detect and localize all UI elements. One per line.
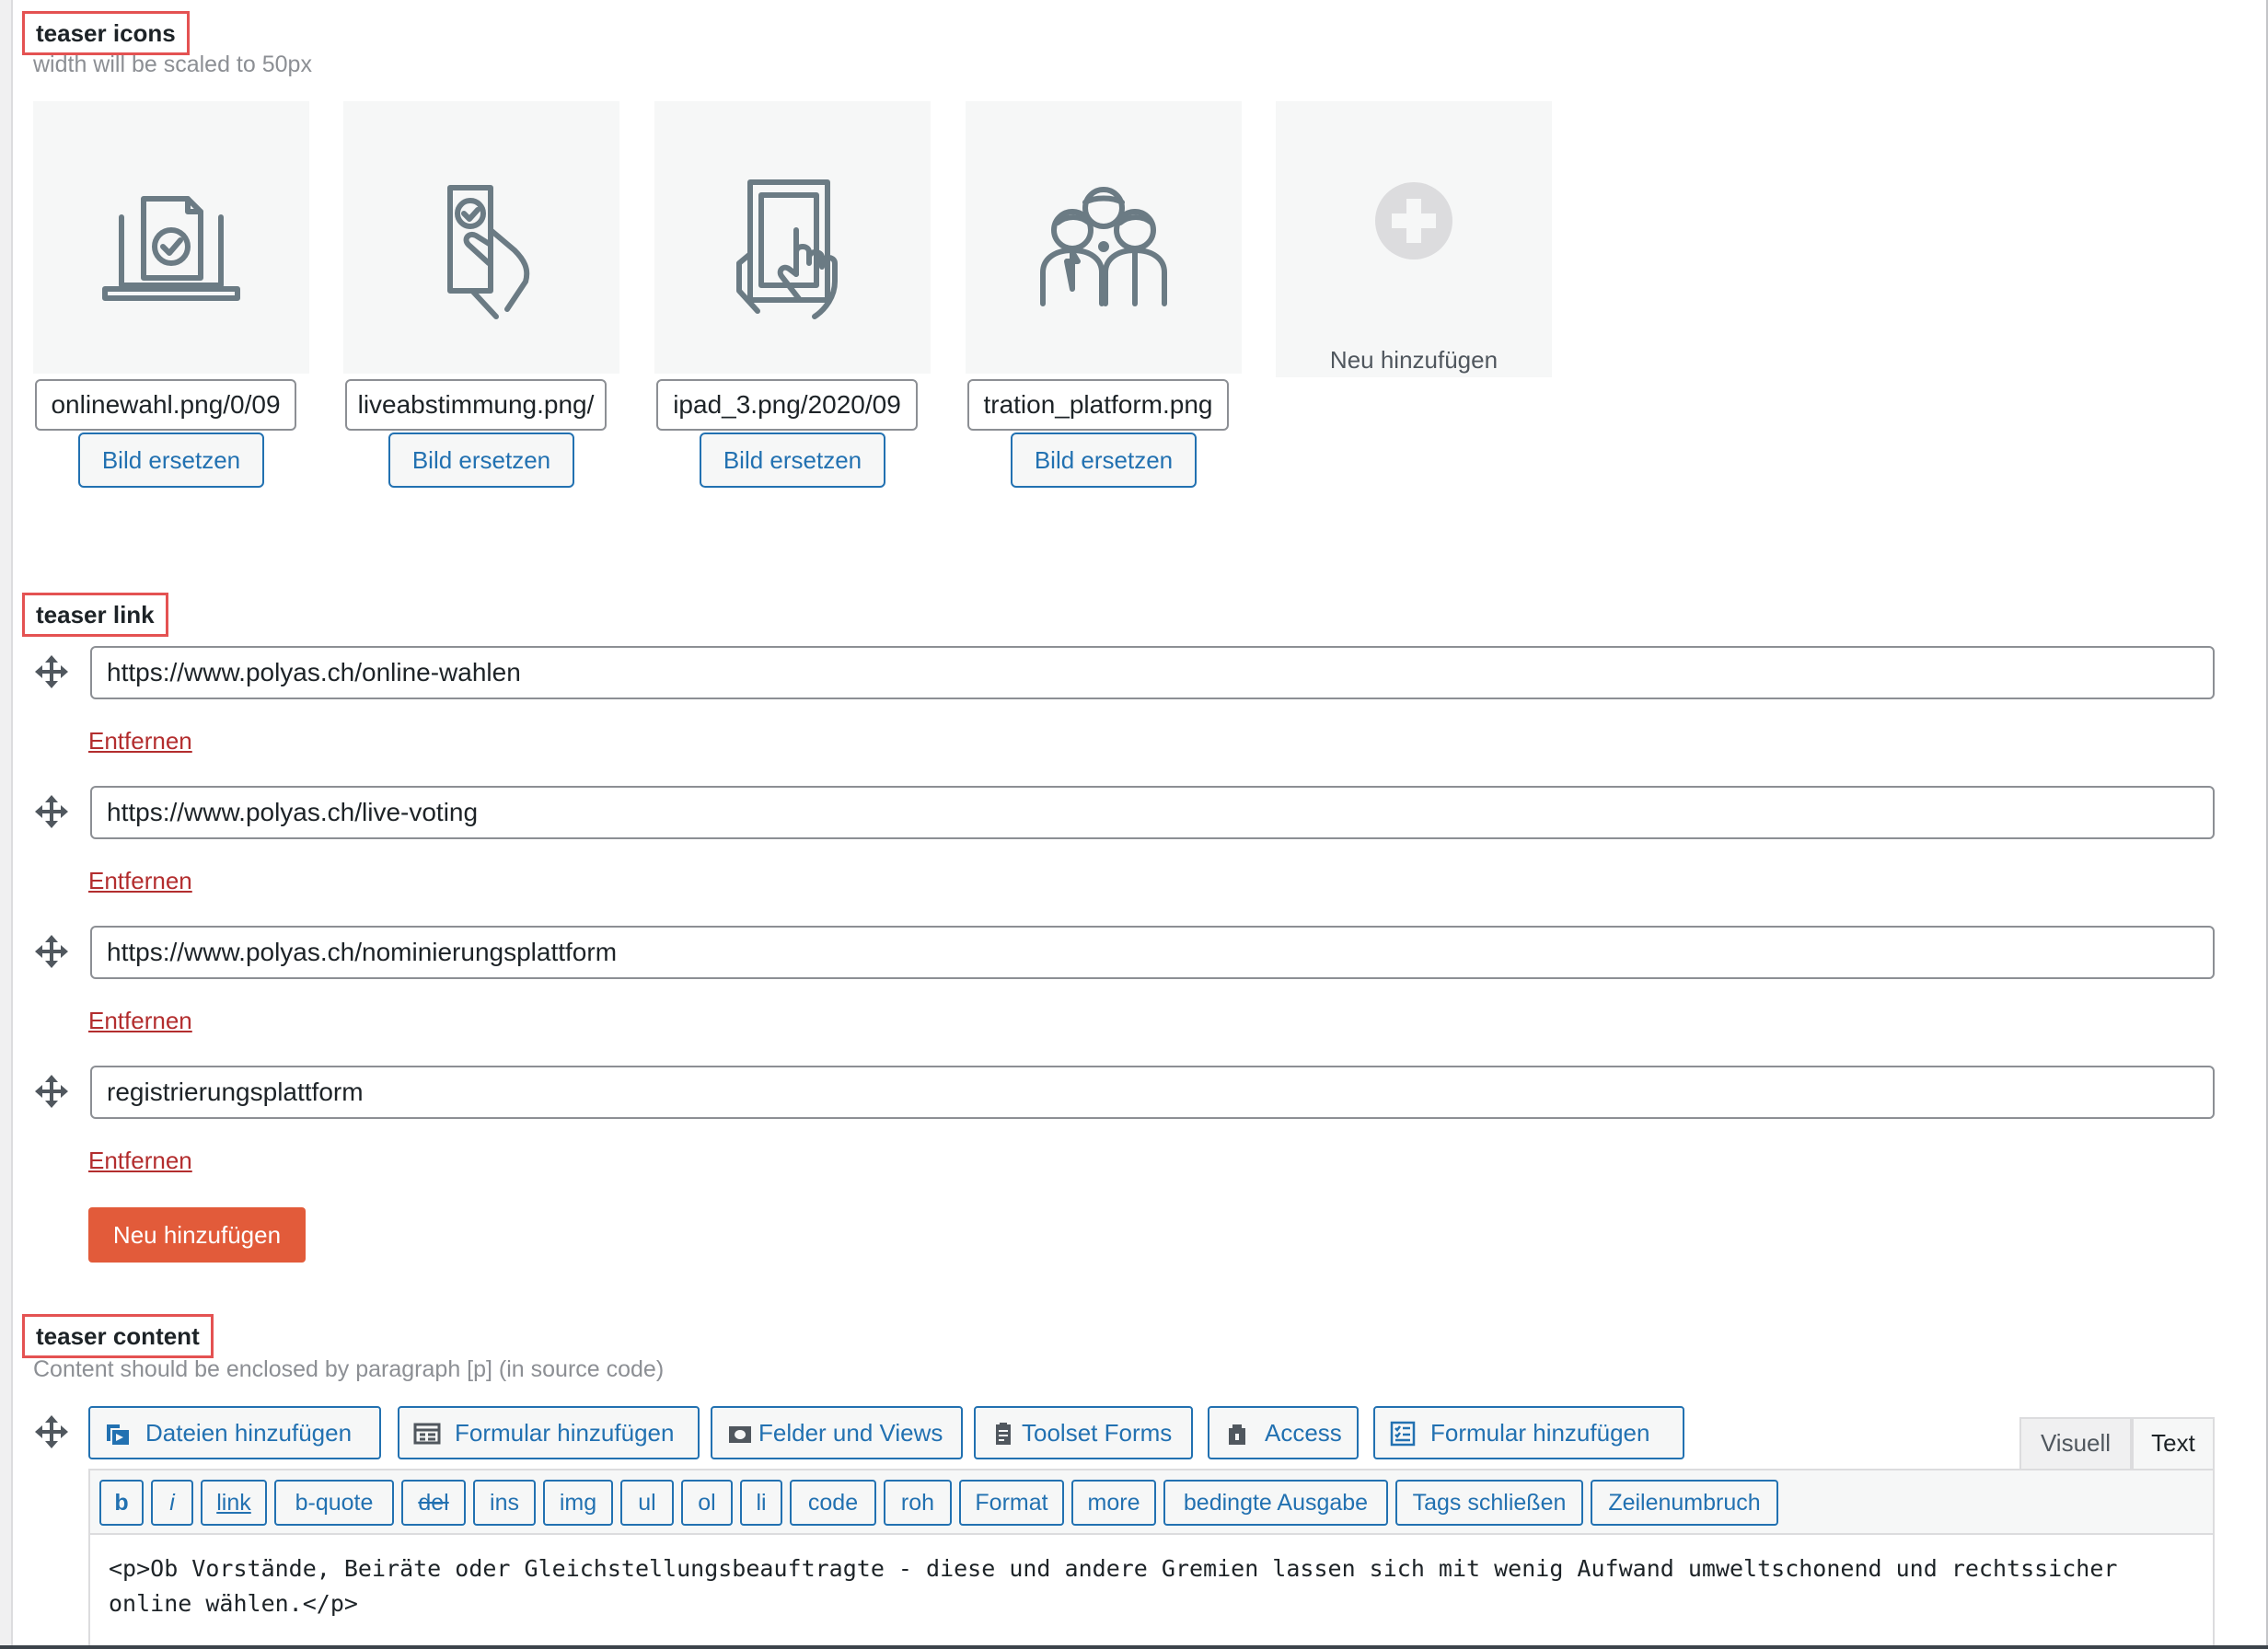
- teaser-link-label: teaser link: [22, 593, 168, 637]
- teaser-icon-tile-4[interactable]: [966, 101, 1242, 374]
- quicktag-italic[interactable]: i: [151, 1480, 193, 1526]
- quicktag-bold[interactable]: b: [99, 1480, 144, 1526]
- fields-views-icon: [729, 1426, 751, 1443]
- teaser-icons-description: width will be scaled to 50px: [33, 52, 312, 77]
- plus-circle-icon: [1375, 182, 1452, 259]
- bottom-bar: [0, 1645, 2268, 1649]
- quicktag-blockquote[interactable]: b-quote: [274, 1480, 394, 1526]
- move-icon[interactable]: [33, 1413, 70, 1450]
- tab-visual[interactable]: Visuell: [2019, 1417, 2132, 1469]
- teaser-link-input-2[interactable]: https://www.polyas.ch/live-voting: [90, 786, 2215, 839]
- quicktag-img[interactable]: img: [543, 1480, 613, 1526]
- quicktag-conditional-output[interactable]: bedingte Ausgabe: [1163, 1480, 1388, 1526]
- add-teaser-icon-label: Neu hinzufügen: [1329, 346, 1498, 374]
- teaser-icon-filename-1[interactable]: 0/09/onlinewahl.png: [35, 379, 296, 431]
- teaser-link-input-3[interactable]: https://www.polyas.ch/nominierungsplattf…: [90, 926, 2215, 979]
- quicktag-ins[interactable]: ins: [473, 1480, 536, 1526]
- add-form-button-2[interactable]: Formular hinzufügen: [1373, 1406, 1684, 1459]
- teaser-icon-tile-3[interactable]: [654, 101, 931, 374]
- replace-image-button-4[interactable]: Bild ersetzen: [1011, 432, 1197, 488]
- form-icon: [413, 1423, 441, 1445]
- access-button[interactable]: Access: [1208, 1406, 1359, 1459]
- tab-text[interactable]: Text: [2132, 1417, 2215, 1469]
- quicktag-code[interactable]: code: [790, 1480, 876, 1526]
- teaser-content-editor[interactable]: <p>Ob Vorstände, Beiräte oder Gleichstel…: [88, 1535, 2215, 1649]
- group-people-icon: [1040, 187, 1167, 306]
- teaser-content-description: Content should be enclosed by paragraph …: [33, 1356, 665, 1382]
- hand-phone-vote-icon: [447, 185, 530, 319]
- quicktag-li[interactable]: li: [740, 1480, 782, 1526]
- move-icon[interactable]: [33, 1073, 70, 1110]
- remove-link-1[interactable]: Entfernen: [88, 727, 192, 755]
- checklist-form-icon: [1390, 1421, 1416, 1447]
- teaser-content-label: teaser content: [22, 1314, 214, 1358]
- tablet-touch-icon: [736, 179, 838, 319]
- quicktag-link[interactable]: link: [201, 1480, 267, 1526]
- teaser-link-input-1[interactable]: https://www.polyas.ch/online-wahlen: [90, 646, 2215, 699]
- quicktag-close-tags[interactable]: Tags schließen: [1395, 1480, 1583, 1526]
- move-icon[interactable]: [33, 933, 70, 970]
- toolset-forms-label: Toolset Forms: [1022, 1419, 1173, 1447]
- teaser-icons-label: teaser icons: [22, 11, 190, 55]
- replace-image-button-3[interactable]: Bild ersetzen: [700, 432, 885, 488]
- quicktag-format[interactable]: Format: [959, 1480, 1064, 1526]
- add-media-label: Dateien hinzufügen: [145, 1419, 353, 1447]
- replace-image-button-1[interactable]: Bild ersetzen: [78, 432, 264, 488]
- quicktag-ul[interactable]: ul: [620, 1480, 674, 1526]
- access-label: Access: [1265, 1419, 1342, 1447]
- teaser-icon-tile-2[interactable]: [343, 101, 619, 374]
- add-teaser-icon-tile[interactable]: Neu hinzufügen: [1276, 101, 1552, 377]
- quicktag-ol[interactable]: ol: [681, 1480, 733, 1526]
- quicktag-raw[interactable]: roh: [884, 1480, 952, 1526]
- teaser-icon-filename-3[interactable]: 2020/09/ipad_3.png: [656, 379, 918, 431]
- left-border: [0, 0, 13, 1649]
- move-icon[interactable]: [33, 653, 70, 690]
- remove-link-2[interactable]: Entfernen: [88, 867, 192, 895]
- add-form-label: Formular hinzufügen: [455, 1419, 675, 1447]
- quicktag-del[interactable]: del: [401, 1480, 466, 1526]
- teaser-icon-tile-1[interactable]: [33, 101, 309, 374]
- laptop-ballot-icon: [102, 196, 240, 301]
- teaser-icon-filename-4[interactable]: tration_platform.png: [967, 379, 1229, 431]
- fields-views-label: Felder und Views: [758, 1419, 943, 1447]
- teaser-icon-filename-2[interactable]: /liveabstimmung.png: [345, 379, 607, 431]
- toolset-forms-icon: [996, 1423, 1011, 1445]
- quicktag-line-break[interactable]: Zeilenumbruch: [1591, 1480, 1778, 1526]
- quicktag-more[interactable]: more: [1071, 1480, 1156, 1526]
- media-icon: [107, 1424, 129, 1445]
- replace-image-button-2[interactable]: Bild ersetzen: [388, 432, 574, 488]
- remove-link-4[interactable]: Entfernen: [88, 1147, 192, 1175]
- teaser-link-input-4[interactable]: registrierungsplattform: [90, 1066, 2215, 1119]
- add-form-button[interactable]: Formular hinzufügen: [398, 1406, 700, 1459]
- add-form-2-label: Formular hinzufügen: [1430, 1419, 1650, 1447]
- move-icon[interactable]: [33, 793, 70, 830]
- add-media-button[interactable]: Dateien hinzufügen: [88, 1406, 381, 1459]
- fields-views-button[interactable]: Felder und Views: [711, 1406, 963, 1459]
- remove-link-3[interactable]: Entfernen: [88, 1007, 192, 1035]
- add-teaser-link-button[interactable]: Neu hinzufügen: [88, 1207, 306, 1263]
- toolset-forms-button[interactable]: Toolset Forms: [974, 1406, 1193, 1459]
- access-icon: [1229, 1424, 1245, 1445]
